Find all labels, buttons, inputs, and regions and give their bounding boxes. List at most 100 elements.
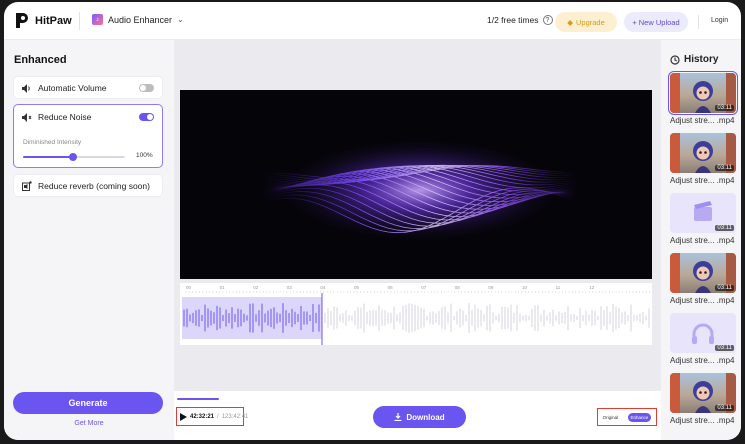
- duration-badge: 03:11: [715, 165, 734, 171]
- player-controls: 42:32:21 / 123:42:41 Download Original E…: [174, 390, 661, 440]
- history-thumbnail[interactable]: 03:11: [670, 193, 736, 233]
- history-title-label: History: [684, 54, 719, 65]
- product-name: Audio Enhancer: [108, 14, 173, 25]
- automatic-volume-toggle[interactable]: [139, 84, 154, 92]
- video-preview[interactable]: [180, 90, 652, 279]
- history-clock-icon: [670, 54, 680, 65]
- play-icon[interactable]: [180, 412, 187, 421]
- ruler-label: 04: [320, 285, 326, 290]
- original-option[interactable]: Original: [603, 415, 619, 420]
- slider-fill: [23, 156, 73, 158]
- duration-badge: 03:11: [715, 225, 734, 231]
- playback-progress[interactable]: [177, 398, 219, 400]
- reduce-noise-toggle[interactable]: [139, 113, 154, 121]
- login-link[interactable]: Login: [711, 17, 728, 24]
- slider-handle[interactable]: [69, 153, 77, 161]
- free-times: 1/2 free times ?: [487, 15, 553, 25]
- reduce-noise-row: Reduce Noise: [22, 112, 91, 122]
- sound-wave-visual: [259, 133, 581, 243]
- intensity-value: 100%: [136, 152, 153, 159]
- duration-badge: 03:11: [715, 105, 734, 111]
- history-item[interactable]: 03:11 Adjust stre... .mp4: [670, 373, 736, 425]
- audio-enhancer-icon: ♪: [92, 14, 103, 25]
- compare-toggle: Original Enhance: [597, 408, 657, 426]
- history-file-name: Adjust stre... .mp4: [670, 416, 735, 425]
- ruler-label: 06: [388, 285, 394, 290]
- history-item[interactable]: 03:11 Adjust stre... .mp4: [670, 133, 736, 185]
- history-thumbnail[interactable]: 03:11: [670, 373, 736, 413]
- top-bar: HitPaw ♪ Audio Enhancer ⌄ 1/2 free times…: [4, 2, 741, 40]
- history-item[interactable]: 03:11 Adjust stre... .mp4: [668, 71, 738, 125]
- history-thumbnail[interactable]: 03:11: [670, 133, 736, 173]
- new-upload-button[interactable]: + New Upload: [624, 12, 688, 32]
- history-title: History: [670, 54, 718, 65]
- duration-badge: 03:11: [715, 285, 734, 291]
- reduce-reverb-label: Reduce reverb (coming soon): [38, 181, 150, 191]
- duration-badge: 03:11: [715, 405, 734, 411]
- waveform: [182, 293, 650, 345]
- history-file-name: Adjust stre... .mp4: [670, 176, 735, 185]
- download-button[interactable]: Download: [373, 406, 466, 428]
- speaker-icon: [22, 83, 30, 93]
- ruler-label: 01: [220, 285, 226, 290]
- ruler-label: 03: [287, 285, 293, 290]
- free-times-label: 1/2 free times: [487, 15, 539, 25]
- history-item[interactable]: 03:11 Adjust stre... .mp4: [670, 253, 736, 305]
- brand-logo[interactable]: HitPaw: [14, 12, 72, 29]
- reduce-reverb-row: Reduce reverb (coming soon): [22, 181, 150, 191]
- history-file-name: Adjust stre... .mp4: [670, 236, 735, 245]
- history-item[interactable]: 03:11 Adjust stre... .mp4: [670, 193, 736, 245]
- download-label: Download: [406, 412, 445, 422]
- ruler-label: 00: [186, 285, 192, 290]
- plus-icon: +: [632, 17, 637, 27]
- diminished-intensity-label: Diminished Intensity: [23, 139, 82, 146]
- history-file-name: Adjust stre... .mp4: [670, 356, 735, 365]
- history-thumbnail[interactable]: 03:11: [670, 313, 736, 353]
- product-switcher[interactable]: ♪ Audio Enhancer ⌄: [92, 14, 184, 25]
- current-time: 42:32:21: [190, 413, 215, 420]
- automatic-volume-card[interactable]: Automatic Volume: [13, 76, 163, 99]
- total-time: 123:42:41: [221, 413, 249, 420]
- history-thumbnail[interactable]: 03:11: [670, 253, 736, 293]
- upgrade-label: Upgrade: [576, 17, 605, 27]
- history-thumbnail[interactable]: 03:11: [668, 71, 738, 115]
- history-file-name: Adjust stre... .mp4: [670, 116, 735, 125]
- automatic-volume-label: Automatic Volume: [38, 83, 107, 93]
- generate-button[interactable]: Generate: [13, 392, 163, 414]
- diamond-icon: ◆: [567, 17, 573, 27]
- download-icon: [394, 413, 402, 421]
- ruler-label: 12: [589, 285, 595, 290]
- noise-speaker-icon: [22, 112, 32, 122]
- divider: [79, 12, 80, 30]
- divider: [698, 15, 699, 29]
- reduce-noise-card[interactable]: Reduce Noise Diminished Intensity 100%: [13, 104, 163, 168]
- time-separator: /: [217, 413, 219, 420]
- ruler-label: 10: [522, 285, 528, 290]
- new-upload-label: New Upload: [638, 17, 680, 27]
- reduce-noise-label: Reduce Noise: [38, 112, 92, 122]
- reverb-icon: [22, 181, 32, 191]
- audio-waveform-track[interactable]: 00 01 02 03 04 05 06 07 08 09 10 11 12: [180, 283, 652, 345]
- hitpaw-logo-icon: [16, 13, 28, 28]
- duration-badge: 03:11: [715, 345, 734, 351]
- ruler-label: 02: [253, 285, 259, 290]
- upgrade-button[interactable]: ◆ Upgrade: [555, 12, 617, 32]
- enhance-settings-panel: Enhanced Automatic Volume Reduce Noise D…: [4, 40, 174, 440]
- app-window: HitPaw ♪ Audio Enhancer ⌄ 1/2 free times…: [4, 2, 741, 440]
- enhance-option[interactable]: Enhance: [627, 412, 652, 422]
- get-more-link[interactable]: Get More: [4, 420, 174, 427]
- history-panel: History 03:11 Adjust stre... .mp4 03:11 Adj…: [661, 40, 741, 440]
- screen-frame: HitPaw ♪ Audio Enhancer ⌄ 1/2 free times…: [0, 0, 745, 444]
- reduce-reverb-card[interactable]: Reduce reverb (coming soon): [13, 174, 163, 197]
- preview-area: 00 01 02 03 04 05 06 07 08 09 10 11 12: [174, 40, 661, 390]
- intensity-slider[interactable]: [23, 153, 125, 161]
- brand-name: HitPaw: [35, 14, 72, 27]
- help-icon[interactable]: ?: [542, 15, 553, 25]
- chevron-down-icon: ⌄: [177, 15, 184, 24]
- timeline-ruler: 00 01 02 03 04 05 06 07 08 09 10 11 12: [185, 285, 650, 293]
- history-item[interactable]: 03:11 Adjust stre... .mp4: [670, 313, 736, 365]
- playback-control: 42:32:21 / 123:42:41: [176, 407, 248, 426]
- ruler-label: 07: [421, 285, 427, 290]
- ruler-label: 09: [488, 285, 494, 290]
- panel-title: Enhanced: [14, 54, 67, 66]
